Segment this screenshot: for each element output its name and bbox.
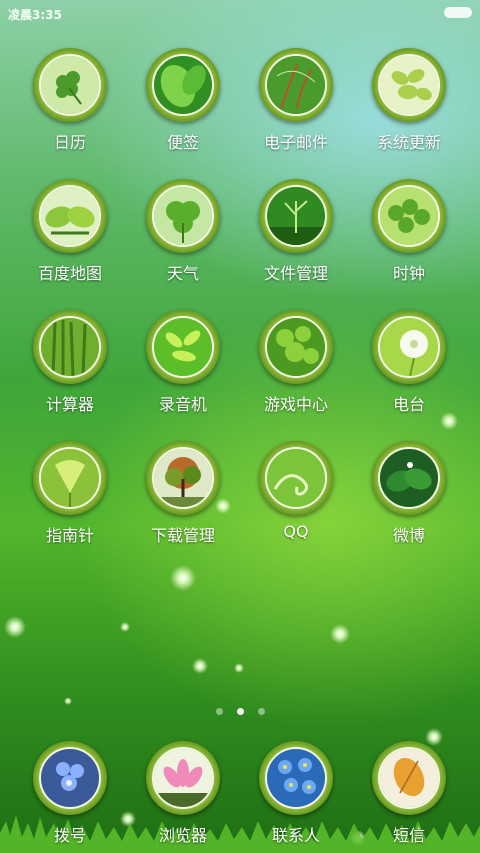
app-email[interactable]: 电子邮件 — [241, 48, 351, 153]
plant-stem-icon — [265, 54, 327, 116]
app-calculator[interactable]: 计算器 — [15, 310, 125, 415]
app-recorder[interactable]: 录音机 — [128, 310, 238, 415]
page-dot[interactable] — [257, 708, 265, 715]
dark-leaf-icon — [378, 447, 440, 509]
ginkgo-leaf-icon — [39, 447, 101, 509]
icon-frame — [372, 310, 446, 384]
app-download-manager[interactable]: 下载管理 — [128, 441, 238, 546]
app-calendar[interactable]: 日历 — [15, 48, 125, 153]
dock-messages[interactable]: 短信 — [354, 741, 464, 846]
icon-frame — [33, 179, 107, 253]
sparkle-decoration — [120, 622, 130, 632]
dock-phone[interactable]: 拨号 — [15, 741, 125, 846]
app-label: 天气 — [166, 264, 199, 283]
app-label: 联系人 — [271, 826, 320, 845]
status-bar: 凌晨3:35 — [0, 0, 480, 26]
icon-frame — [33, 310, 107, 384]
app-label: 便签 — [166, 133, 199, 152]
icon-frame — [146, 741, 220, 815]
autumn-leaf-icon — [378, 747, 440, 809]
icon-frame — [259, 441, 333, 515]
icon-frame — [146, 179, 220, 253]
battery-icon — [444, 7, 472, 18]
app-label: 文件管理 — [263, 264, 328, 283]
clover-icon — [39, 54, 101, 116]
app-label: 浏览器 — [158, 826, 207, 845]
icon-frame — [33, 741, 107, 815]
icon-frame — [146, 441, 220, 515]
icon-frame — [372, 441, 446, 515]
leaf-icon — [152, 54, 214, 116]
app-system-update[interactable]: 系统更新 — [354, 48, 464, 153]
lotus-icon — [152, 747, 214, 809]
page-indicator[interactable] — [0, 700, 480, 715]
app-radio[interactable]: 电台 — [354, 310, 464, 415]
icon-frame — [372, 48, 446, 122]
app-game-center[interactable]: 游戏中心 — [241, 310, 351, 415]
leaves-icon — [265, 316, 327, 378]
app-label: 微博 — [392, 526, 425, 545]
app-clock[interactable]: 时钟 — [354, 179, 464, 284]
sparkle-decoration — [192, 658, 208, 674]
leaves-icon — [152, 316, 214, 378]
icon-frame — [33, 441, 107, 515]
dock-contacts[interactable]: 联系人 — [241, 741, 351, 846]
clover-icon — [152, 185, 214, 247]
icon-frame — [372, 179, 446, 253]
icon-frame — [372, 741, 446, 815]
app-file-manager[interactable]: 文件管理 — [241, 179, 351, 284]
app-label: 下载管理 — [150, 526, 215, 545]
app-notes[interactable]: 便签 — [128, 48, 238, 153]
app-label: 百度地图 — [37, 264, 102, 283]
tree-icon — [152, 447, 214, 509]
app-label: 短信 — [392, 826, 425, 845]
icon-frame — [146, 48, 220, 122]
sparkle-decoration — [330, 624, 350, 644]
icon-frame — [259, 310, 333, 384]
app-label: 拨号 — [53, 826, 86, 845]
blue-flower-icon — [39, 747, 101, 809]
sprout-icon — [265, 185, 327, 247]
app-label: 电子邮件 — [263, 133, 328, 152]
app-compass[interactable]: 指南针 — [15, 441, 125, 546]
icon-frame — [33, 48, 107, 122]
sparkle-decoration — [4, 616, 26, 638]
dandelion-icon — [378, 316, 440, 378]
sparkle-decoration — [170, 565, 196, 591]
page-dot[interactable] — [215, 708, 223, 715]
app-label: 时钟 — [392, 264, 425, 283]
app-qq[interactable]: QQ — [241, 441, 351, 541]
forget-me-not-icon — [265, 747, 327, 809]
dock-browser[interactable]: 浏览器 — [128, 741, 238, 846]
app-label: 系统更新 — [376, 133, 441, 152]
app-label: 指南针 — [45, 526, 94, 545]
sparkle-decoration — [234, 663, 244, 673]
app-label: 电台 — [392, 395, 425, 414]
tendril-icon — [265, 447, 327, 509]
leaves-icon — [378, 54, 440, 116]
icon-frame — [259, 741, 333, 815]
grass-icon — [39, 316, 101, 378]
page-dot-active[interactable] — [236, 708, 244, 715]
icon-frame — [146, 310, 220, 384]
app-label: 计算器 — [45, 395, 94, 414]
icon-frame — [259, 179, 333, 253]
app-label: 日历 — [53, 133, 86, 152]
app-label: 录音机 — [158, 395, 207, 414]
icon-frame — [259, 48, 333, 122]
app-label: QQ — [283, 522, 309, 541]
leaves-icon — [378, 185, 440, 247]
app-baidu-map[interactable]: 百度地图 — [15, 179, 125, 284]
app-label: 游戏中心 — [263, 395, 328, 414]
status-time: 凌晨3:35 — [8, 8, 62, 22]
app-weibo[interactable]: 微博 — [354, 441, 464, 546]
leaf-icon — [39, 185, 101, 247]
app-weather[interactable]: 天气 — [128, 179, 238, 284]
